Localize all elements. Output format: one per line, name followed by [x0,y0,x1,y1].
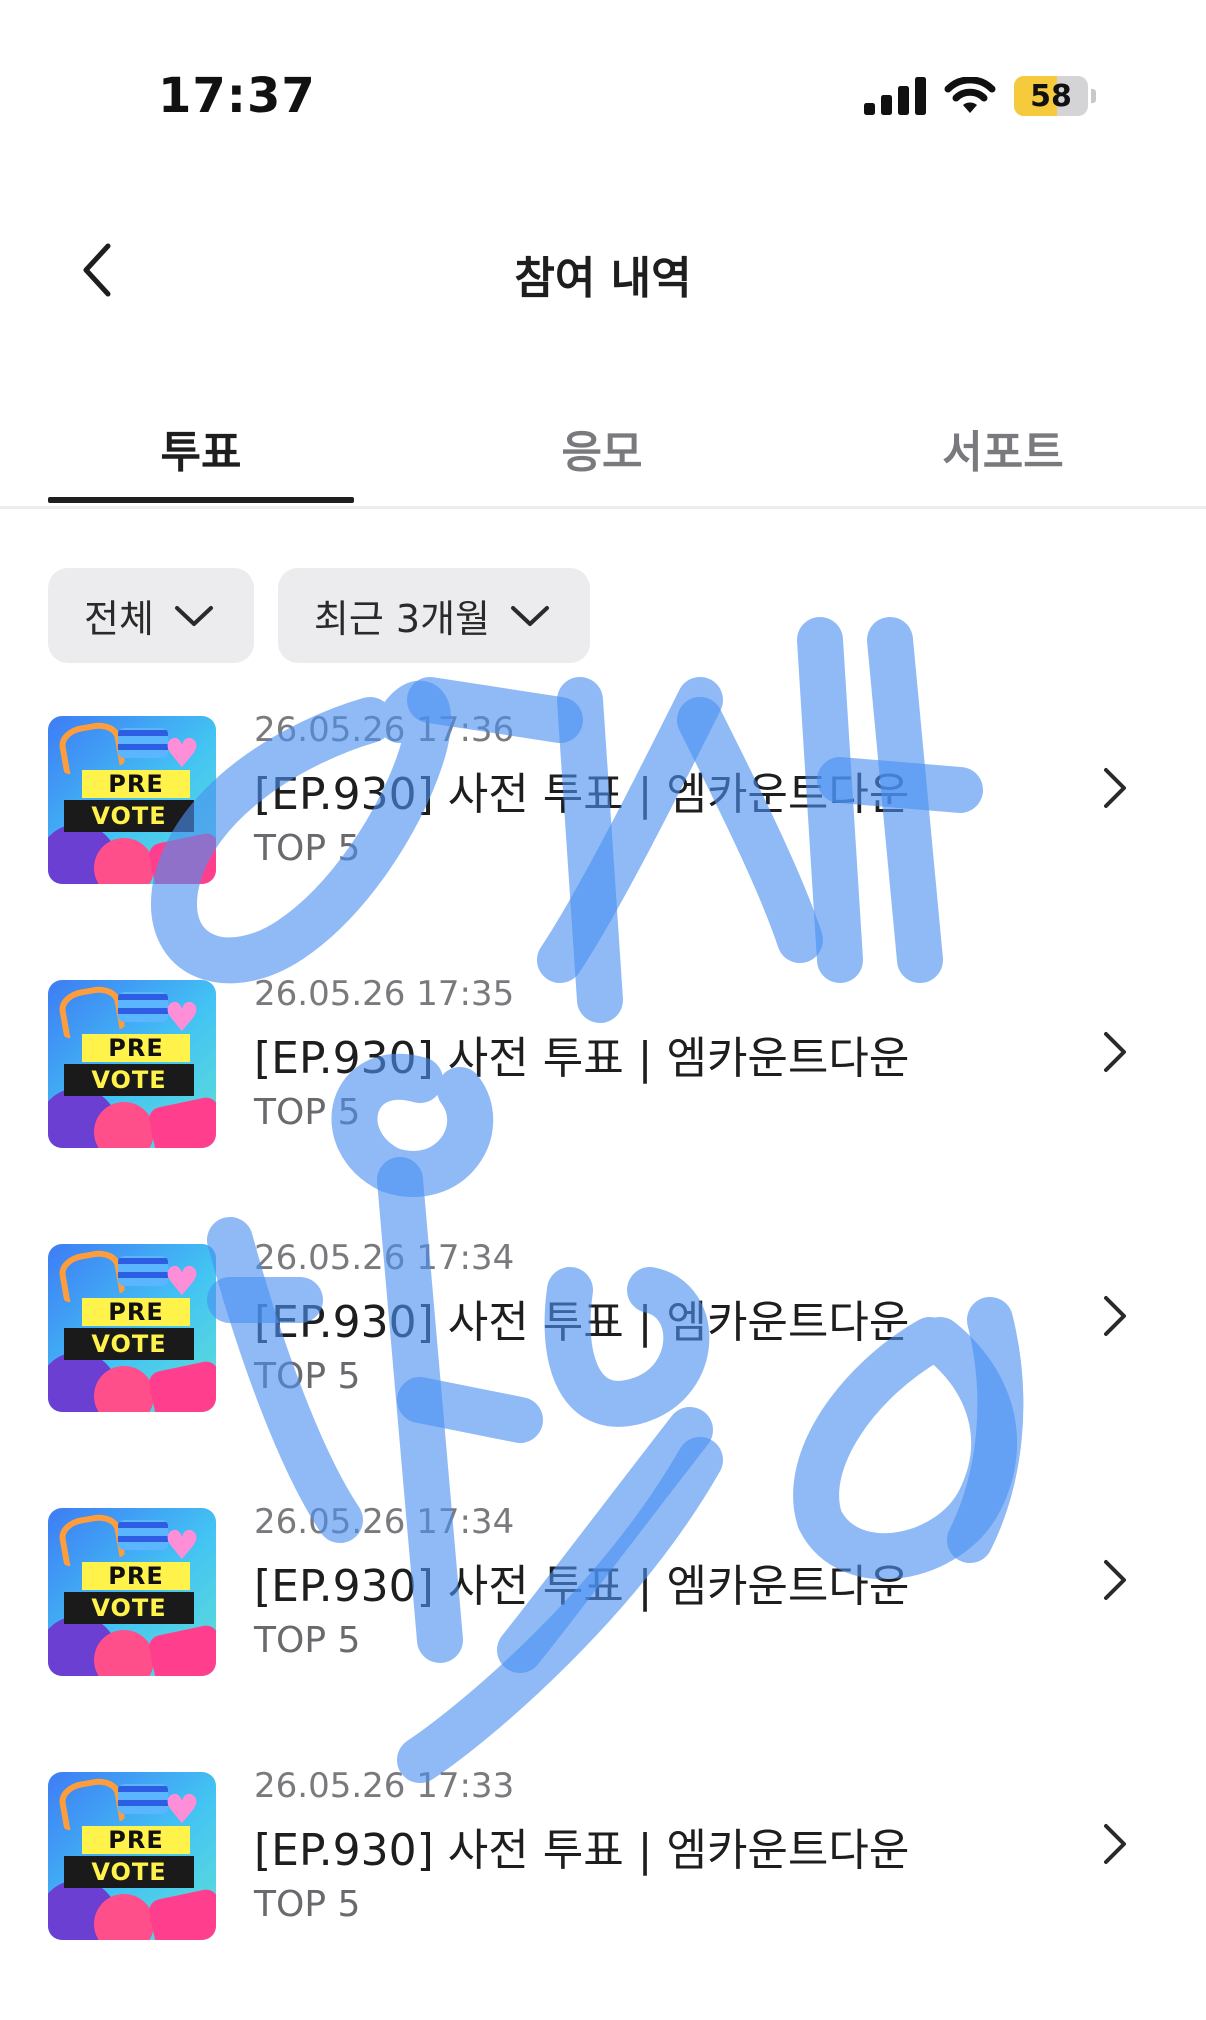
item-date: 26.05.26 17:35 [254,974,515,1014]
pre-vote-thumbnail: ♥ PRE VOTE [48,980,216,1148]
category-filter-dropdown[interactable]: 전체 [48,568,254,663]
battery-indicator: 58 [1014,76,1096,116]
list-item[interactable]: ♥ PRE VOTE 26.05.26 17:34 [EP.930] 사전 투표… [0,1228,1206,1492]
item-title: [EP.930] 사전 투표 | 엠카운트다운 [254,1825,910,1876]
header: 참여 내역 [0,220,1206,320]
thumbnail-pre-text: PRE [82,1562,190,1590]
filter-bar: 전체 최근 3개월 [48,568,591,663]
chevron-down-icon [174,596,214,636]
thumbnail-pre-text: PRE [82,1298,190,1326]
chevron-right-icon [1104,1296,1126,1336]
chevron-right-icon [1104,768,1126,808]
pre-vote-thumbnail: ♥ PRE VOTE [48,716,216,884]
chevron-right-icon [1104,1824,1126,1864]
list-item[interactable]: ♥ PRE VOTE 26.05.26 17:34 [EP.930] 사전 투표… [0,1492,1206,1756]
page-title: 참여 내역 [514,253,692,304]
tab-vote[interactable]: 투표 [51,390,351,506]
thumbnail-vote-text: VOTE [64,1592,194,1624]
tab-active-indicator [48,497,354,503]
status-bar: 17:37 58 [0,0,1206,190]
participation-list: ♥ PRE VOTE 26.05.26 17:36 [EP.930] 사전 투표… [0,700,1206,2020]
item-title: [EP.930] 사전 투표 | 엠카운트다운 [254,1033,910,1084]
tab-support[interactable]: 서포트 [853,390,1153,506]
item-subtitle: TOP 5 [254,1884,361,1925]
list-item[interactable]: ♥ PRE VOTE 26.05.26 17:35 [EP.930] 사전 투표… [0,964,1206,1228]
category-filter-label: 전체 [84,597,154,641]
item-date: 26.05.26 17:34 [254,1238,515,1278]
item-date: 26.05.26 17:36 [254,710,515,750]
list-item[interactable]: ♥ PRE VOTE 26.05.26 17:36 [EP.930] 사전 투표… [0,700,1206,964]
battery-cap [1091,89,1096,103]
tab-entry[interactable]: 응모 [452,390,752,506]
chevron-right-icon [1104,1560,1126,1600]
item-date: 26.05.26 17:34 [254,1502,515,1542]
chevron-down-icon [510,596,550,636]
thumbnail-pre-text: PRE [82,770,190,798]
item-subtitle: TOP 5 [254,1620,361,1661]
list-item[interactable]: ♥ PRE VOTE 26.05.26 17:33 [EP.930] 사전 투표… [0,1756,1206,2020]
pre-vote-thumbnail: ♥ PRE VOTE [48,1508,216,1676]
status-icons: 58 [864,76,1096,116]
period-filter-label: 최근 3개월 [313,597,491,641]
period-filter-dropdown[interactable]: 최근 3개월 [277,568,591,663]
item-title: [EP.930] 사전 투표 | 엠카운트다운 [254,769,910,820]
thumbnail-pre-text: PRE [82,1034,190,1062]
wifi-icon [944,77,996,113]
item-date: 26.05.26 17:33 [254,1766,515,1806]
tab-bar: 투표 응모 서포트 [0,390,1206,509]
pre-vote-thumbnail: ♥ PRE VOTE [48,1244,216,1412]
thumbnail-vote-text: VOTE [64,800,194,832]
item-subtitle: TOP 5 [254,828,361,869]
item-title: [EP.930] 사전 투표 | 엠카운트다운 [254,1561,910,1612]
item-subtitle: TOP 5 [254,1356,361,1397]
battery-percent: 58 [1030,78,1072,114]
item-title: [EP.930] 사전 투표 | 엠카운트다운 [254,1297,910,1348]
status-time: 17:37 [158,68,316,124]
pre-vote-thumbnail: ♥ PRE VOTE [48,1772,216,1940]
battery-body: 58 [1014,76,1088,116]
thumbnail-vote-text: VOTE [64,1856,194,1888]
cellular-signal-icon [864,77,926,115]
thumbnail-vote-text: VOTE [64,1328,194,1360]
thumbnail-pre-text: PRE [82,1826,190,1854]
thumbnail-vote-text: VOTE [64,1064,194,1096]
chevron-right-icon [1104,1032,1126,1072]
item-subtitle: TOP 5 [254,1092,361,1133]
